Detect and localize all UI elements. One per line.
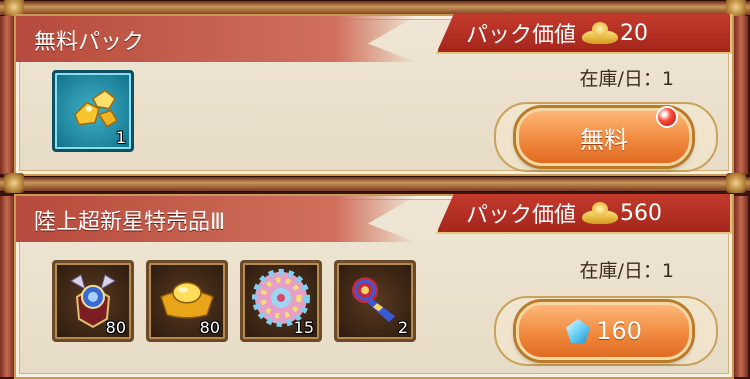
card-side-left — [0, 196, 14, 377]
pack-value-tab: パック価値 20 — [436, 14, 732, 54]
button-price: 160 — [596, 317, 642, 345]
pack-card-supernova: 陸上超新星特売品Ⅲ パック価値 560 在庫/日：1 80 80 15 2 16… — [0, 194, 748, 379]
item-count: 2 — [397, 318, 408, 337]
item-count: 15 — [293, 318, 314, 337]
stock-per-day: 在庫/日：1 — [579, 260, 675, 282]
card-side-right — [734, 196, 748, 377]
gold-ingot-icon — [582, 22, 619, 44]
pack-title: 無料パック — [34, 30, 145, 55]
reward-slot[interactable]: 15 — [240, 260, 322, 342]
reward-slot[interactable]: 1 — [52, 70, 134, 152]
reward-slot[interactable]: 2 — [334, 260, 416, 342]
pack-value-amount: 20 — [620, 20, 649, 46]
scroll-rod-middle — [0, 173, 750, 193]
scroll-cap-left — [4, 173, 24, 193]
item-count: 1 — [115, 128, 126, 147]
pack-value-tab: パック価値 560 — [436, 194, 732, 234]
notification-dot — [656, 106, 678, 128]
scroll-cap-right — [726, 173, 746, 193]
pack-value-amount: 560 — [620, 200, 663, 226]
reward-slot[interactable]: 80 — [52, 260, 134, 342]
reward-slot[interactable]: 80 — [146, 260, 228, 342]
card-side-left — [0, 16, 14, 174]
stock-per-day: 在庫/日：1 — [579, 68, 675, 90]
gold-nuggets-icon — [74, 89, 119, 128]
pack-value-label: パック価値 — [466, 23, 577, 48]
gold-ingot-icon — [582, 202, 619, 224]
button-label: 無料 — [580, 125, 628, 154]
pack-card-free: 無料パック パック価値 20 在庫/日：1 1 無料 — [0, 14, 748, 176]
item-count: 80 — [105, 318, 126, 337]
pack-title: 陸上超新星特売品Ⅲ — [34, 210, 226, 235]
card-side-right — [734, 16, 748, 174]
buy-with-diamonds-button[interactable]: 160 — [516, 302, 692, 360]
item-count: 80 — [199, 318, 220, 337]
pack-value-label: パック価値 — [466, 203, 577, 228]
gold-ingot-icon — [160, 282, 214, 319]
diamond-icon — [566, 319, 591, 343]
party-horn-icon — [352, 277, 395, 323]
